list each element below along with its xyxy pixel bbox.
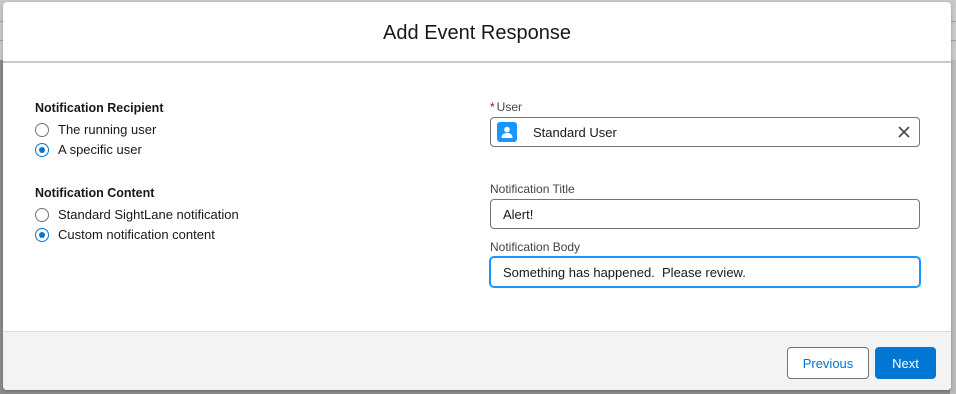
add-event-response-modal: Add Event Response Notification Recipien… [3,2,951,390]
user-field-label: * User [490,100,522,114]
radio-custom-content[interactable]: Custom notification content [35,227,215,242]
notification-title-label: Notification Title [490,182,575,196]
radio-label: Custom notification content [58,227,215,242]
modal-footer: Previous Next [3,331,951,390]
radio-standard-notification[interactable]: Standard SightLane notification [35,207,239,222]
user-field-value: Standard User [533,124,617,140]
user-icon [497,122,517,142]
radio-label: The running user [58,122,157,137]
radio-specific-user[interactable]: A specific user [35,142,142,157]
notification-content-label: Notification Content [35,186,155,200]
required-marker: * [490,100,495,114]
user-label-text: User [496,100,523,114]
notification-recipient-label: Notification Recipient [35,101,164,115]
radio-label: A specific user [58,142,142,157]
notification-body-value: Something has happened. Please review. [503,264,746,280]
radio-button-selected[interactable] [35,227,49,242]
modal-body: Notification Recipient The running user … [3,63,951,331]
next-button[interactable]: Next [875,347,936,379]
modal-title: Add Event Response [383,22,571,44]
radio-button-selected[interactable] [35,142,49,157]
radio-button[interactable] [35,122,49,137]
radio-label: Standard SightLane notification [58,207,239,222]
modal-header: Add Event Response [3,2,951,63]
notification-body-label: Notification Body [490,240,581,254]
notification-title-value: Alert! [503,206,534,222]
radio-running-user[interactable]: The running user [35,122,156,137]
close-icon[interactable] [897,125,911,139]
notification-title-input[interactable]: Alert! [490,199,920,229]
radio-button[interactable] [35,207,49,222]
previous-button[interactable]: Previous [787,347,869,379]
notification-body-input[interactable]: Something has happened. Please review. [490,257,920,287]
user-lookup-field[interactable]: Standard User [490,117,920,147]
